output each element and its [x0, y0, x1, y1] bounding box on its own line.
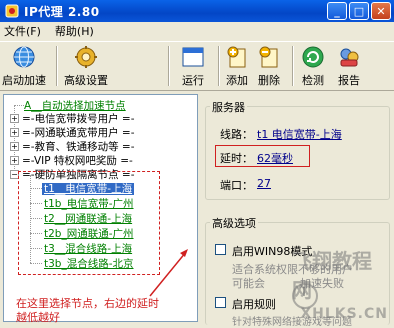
watermark-top: 飞翔教程网: [292, 249, 372, 302]
watermark: 飞翔教程网 XHLKS.CN: [292, 249, 394, 325]
delay-value[interactable]: 62毫秒: [257, 150, 293, 166]
line-value[interactable]: t1 电信宽带-上海: [257, 126, 342, 142]
annotation-text: 在这里选择节点，右边的延时 越低越好: [16, 297, 159, 324]
rule-checkbox[interactable]: [215, 297, 226, 308]
rule-label: 启用规则: [232, 298, 276, 311]
win98-checkbox[interactable]: [215, 244, 226, 255]
line-label: 线路：: [220, 128, 253, 141]
win98-desc-2: 可能会: [232, 277, 265, 290]
port-label: 端口：: [220, 179, 253, 192]
watermark-bottom: XHLKS.CN: [300, 306, 388, 322]
advanced-group-label: 高级选项: [210, 215, 258, 231]
delay-label: 延时：: [220, 152, 253, 165]
server-group-label: 服务器: [210, 99, 247, 115]
port-value[interactable]: 27: [257, 177, 271, 190]
